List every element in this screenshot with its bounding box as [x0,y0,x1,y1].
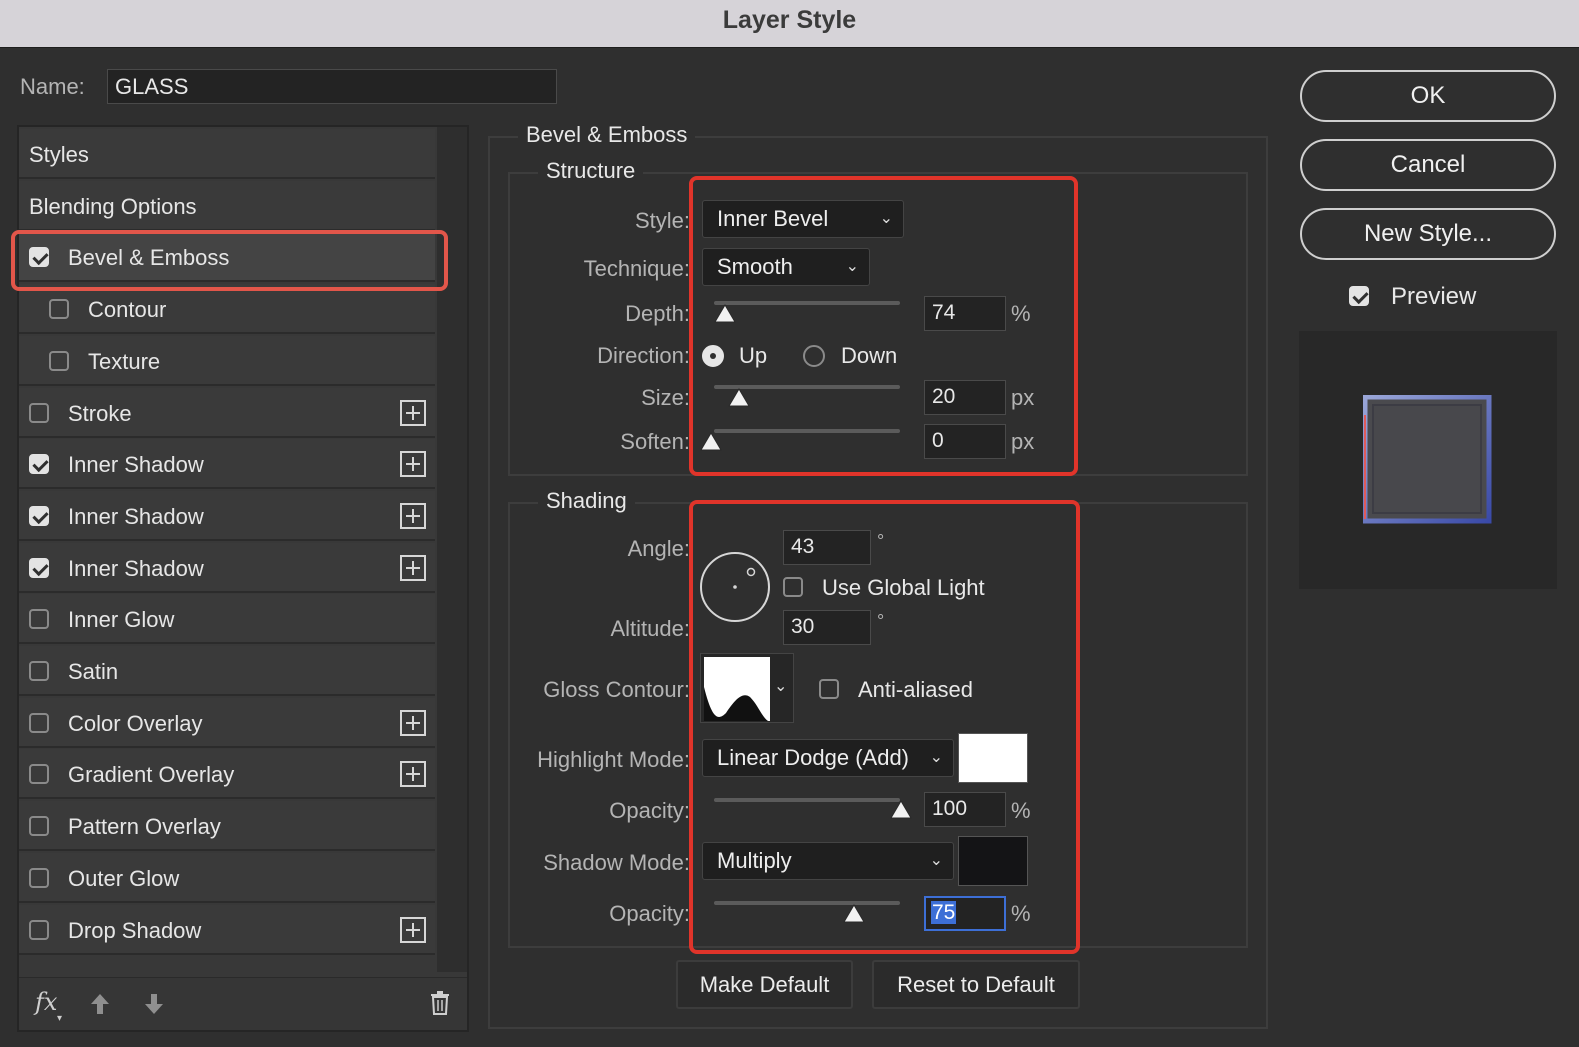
name-input[interactable]: GLASS [107,69,557,104]
sidebar-item-label: Drop Shadow [68,918,202,943]
add-effect-icon[interactable] [400,555,426,581]
new-style-button[interactable]: New Style... [1300,208,1556,260]
sidebar-item-label: Blending Options [29,194,197,219]
sidebar-item-blending-options[interactable]: Blending Options [19,181,435,231]
sidebar-footer: fx ▾ [19,977,467,1030]
satin-checkbox[interactable] [29,661,49,681]
sidebar-item-label: Inner Shadow [68,504,204,529]
altitude-label: Altitude: [610,616,691,641]
drop-shadow-checkbox[interactable] [29,920,49,940]
sidebar-item-stroke[interactable]: Stroke [19,388,435,438]
highlight-mode-label: Highlight Mode: [537,747,690,772]
sidebar-item-label: Satin [68,659,119,684]
sidebar-item-label: Outer Glow [68,866,180,891]
add-effect-icon[interactable] [400,400,426,426]
preview-label: Preview [1391,283,1477,310]
structure-highlight-box [689,176,1078,476]
stroke-checkbox[interactable] [29,403,49,423]
move-up-icon[interactable] [89,992,111,1016]
add-effect-icon[interactable] [400,451,426,477]
name-label: Name: [20,74,85,99]
window-title: Layer Style [722,6,857,34]
sidebar-item-label: Pattern Overlay [68,814,221,839]
technique-label: Technique: [583,256,690,281]
sidebar-item-inner-glow[interactable]: Inner Glow [19,594,435,644]
sidebar-item-label: Inner Shadow [68,452,204,477]
sidebar-item-texture[interactable]: Texture [19,336,435,386]
color-overlay-checkbox[interactable] [29,713,49,733]
sidebar-item-label: Gradient Overlay [68,762,235,787]
soften-label: Soften: [620,429,690,454]
gradient-overlay-checkbox[interactable] [29,764,49,784]
sidebar-item-satin[interactable]: Satin [19,646,435,696]
sidebar-item-inner-shadow[interactable]: Inner Shadow [19,439,435,489]
fx-dropdown-icon: ▾ [57,1013,63,1024]
shading-highlight-box [689,500,1080,954]
pattern-overlay-checkbox[interactable] [29,816,49,836]
shadow-mode-label: Shadow Mode: [543,850,690,875]
preview-checkbox[interactable] [1349,286,1369,306]
style-preview-area [1299,331,1557,589]
structure-title: Structure [538,158,644,184]
sidebar-item-label: Inner Glow [68,607,175,632]
add-effect-icon[interactable] [400,917,426,943]
selected-item-highlight [11,230,448,291]
cancel-button[interactable]: Cancel [1300,139,1556,191]
sidebar-item-gradient-overlay[interactable]: Gradient Overlay [19,749,435,799]
sidebar-item-label: Styles [29,142,89,167]
style-label: Style: [634,208,690,233]
add-effect-icon[interactable] [400,761,426,787]
depth-label: Depth: [625,301,690,326]
shading-title: Shading [538,488,635,514]
ok-button[interactable]: OK [1300,70,1556,122]
preview-thumbnail [1363,395,1492,524]
sidebar-item-label: Color Overlay [68,711,203,736]
size-label: Size: [641,385,690,410]
sidebar-item-color-overlay[interactable]: Color Overlay [19,698,435,748]
sidebar-item-outer-glow[interactable]: Outer Glow [19,853,435,903]
reset-to-default-button[interactable]: Reset to Default [872,960,1080,1009]
inner-glow-checkbox[interactable] [29,609,49,629]
shadow-opacity-label: Opacity: [609,901,690,926]
add-effect-icon[interactable] [400,503,426,529]
trash-icon[interactable] [429,990,451,1016]
outer-glow-checkbox[interactable] [29,868,49,888]
gloss-contour-label: Gloss Contour: [543,677,690,702]
sidebar-item-drop-shadow[interactable]: Drop Shadow [19,905,435,955]
sidebar-item-inner-shadow[interactable]: Inner Shadow [19,491,435,541]
contour-checkbox[interactable] [49,299,69,319]
sidebar-item-label: Texture [88,349,161,374]
angle-label: Angle: [627,536,690,561]
texture-checkbox[interactable] [49,351,69,371]
direction-label: Direction: [597,343,690,368]
add-effect-icon[interactable] [400,710,426,736]
title-bar: Layer Style [0,0,1579,48]
fx-button[interactable]: fx [35,988,57,1016]
inner-shadow-checkbox[interactable] [29,506,49,526]
make-default-button[interactable]: Make Default [676,960,853,1009]
bevel-emboss-title: Bevel & Emboss [518,122,696,148]
sidebar-item-inner-shadow[interactable]: Inner Shadow [19,543,435,593]
sidebar-item-label: Inner Shadow [68,556,204,581]
move-down-icon[interactable] [143,992,165,1016]
sidebar-item-label: Contour [88,297,167,322]
sidebar-item-styles[interactable]: Styles [19,129,435,179]
highlight-opacity-label: Opacity: [609,798,690,823]
sidebar-item-contour[interactable]: Contour [19,284,435,334]
sidebar-item-pattern-overlay[interactable]: Pattern Overlay [19,801,435,851]
inner-shadow-checkbox[interactable] [29,558,49,578]
inner-shadow-checkbox[interactable] [29,454,49,474]
sidebar-item-label: Stroke [68,401,132,426]
